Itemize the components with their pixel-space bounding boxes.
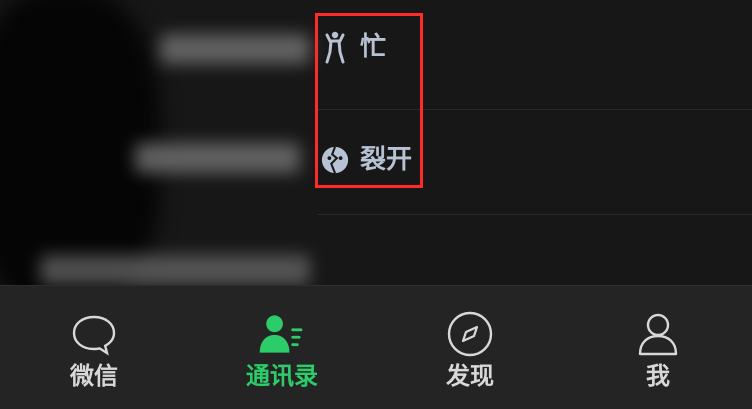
highlight-box [315, 13, 423, 188]
tab-label: 我 [646, 362, 670, 390]
tab-discover[interactable]: 发现 [376, 286, 564, 409]
bottom-tab-bar: 微信 通讯录 发现 我 [0, 285, 752, 409]
tab-me[interactable]: 我 [564, 286, 752, 409]
tab-label: 发现 [446, 362, 494, 390]
tab-chats[interactable]: 微信 [0, 286, 188, 409]
tab-label: 微信 [70, 362, 118, 390]
contacts-icon [256, 308, 308, 360]
tab-label: 通讯录 [246, 362, 318, 390]
person-icon [632, 308, 684, 360]
compass-icon [444, 308, 496, 360]
blurred-contact-name [135, 143, 300, 173]
chat-icon [68, 308, 120, 360]
tab-contacts[interactable]: 通讯录 [188, 286, 376, 409]
blurred-contact-name [160, 34, 310, 64]
blurred-contact-name [40, 255, 310, 285]
wechat-contacts-screen: 忙 裂开 微信 通讯录 发现 我 [0, 0, 752, 409]
contacts-list[interactable]: 忙 裂开 [0, 0, 752, 310]
